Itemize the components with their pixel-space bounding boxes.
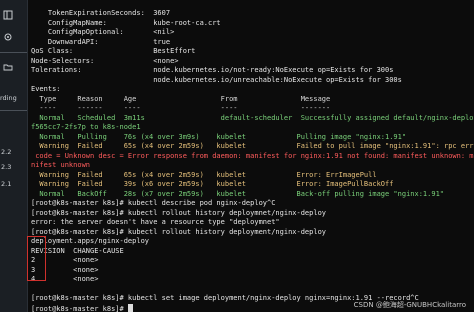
terminal-line: code = Unknown desc = Error response fro… <box>31 151 474 160</box>
terminal-line: Warning Failed 65s (x4 over 2m59s) kubel… <box>31 142 474 150</box>
side-panel: rding 2.2 2.3 2.1 <box>0 0 28 312</box>
revision-highlight-box <box>27 236 46 281</box>
terminal-line: [root@k8s-master k8s]# kubectl describe … <box>31 199 276 207</box>
terminal-line: Normal Pulling 76s (x4 over 3m9s) kubele… <box>31 132 407 141</box>
terminal-line: f565cc7-2fs7p to k8s-node1 <box>31 123 141 131</box>
session-label[interactable]: rding <box>0 94 17 102</box>
terminal-line: nifest unknown <box>31 161 91 169</box>
terminal-line: DownwardAPI: true <box>31 37 171 46</box>
panel-toggle-icon[interactable] <box>3 10 13 20</box>
settings-icon[interactable] <box>3 32 13 42</box>
terminal-line: deployment.apps/nginx-deploy <box>31 237 150 245</box>
session-label[interactable]: 2.3 <box>1 163 11 171</box>
terminal-line: Tolerations: node.kubernetes.io/not-read… <box>31 66 394 74</box>
terminal-line: [root@k8s-master k8s]# kubectl rollout h… <box>31 208 327 217</box>
terminal-line: QoS Class: BestEffort <box>31 47 196 55</box>
terminal-line: Warning Failed 39s (x6 over 2m59s) kubel… <box>31 180 394 188</box>
terminal-line: [root@k8s-master k8s]# kubectl rollout h… <box>31 227 327 236</box>
text-cursor <box>127 303 133 312</box>
terminal-line: node.kubernetes.io/unreachable:NoExecute… <box>31 75 402 84</box>
divider <box>0 52 27 53</box>
terminal-line: Warning Failed 65s (x4 over 2m59s) kubel… <box>31 170 377 179</box>
divider <box>0 110 27 111</box>
terminal-line: Normal Scheduled 3m11s default-scheduler… <box>31 113 474 122</box>
session-label[interactable]: 2.1 <box>1 180 11 188</box>
terminal-line: Node-Selectors: <none> <box>31 56 179 65</box>
folder-icon[interactable] <box>3 62 13 72</box>
terminal-line: error: the server doesn't have a resourc… <box>31 218 280 226</box>
terminal-line: ConfigMapName: kube-root-ca.crt <box>31 18 221 27</box>
session-label[interactable]: 2.2 <box>1 148 11 156</box>
terminal-output[interactable]: TokenExpirationSeconds: 3607 ConfigMapNa… <box>31 0 474 312</box>
terminal-line: Events: <box>31 85 61 93</box>
terminal-line: TokenExpirationSeconds: 3607 <box>31 9 171 17</box>
terminal-line: Type Reason Age From Message <box>31 94 331 103</box>
terminal-line: [root@k8s-master k8s]# <box>31 303 133 312</box>
terminal-line: ConfigMapOptional: <nil> <box>31 28 175 36</box>
terminal-line: ---- ------ ---- ---- ------- <box>31 104 331 112</box>
terminal-line: Normal BackOff 28s (x7 over 2m59s) kubel… <box>31 189 445 198</box>
watermark: CSDN @鲍海超-GNUBHCkalitarro <box>353 301 466 309</box>
